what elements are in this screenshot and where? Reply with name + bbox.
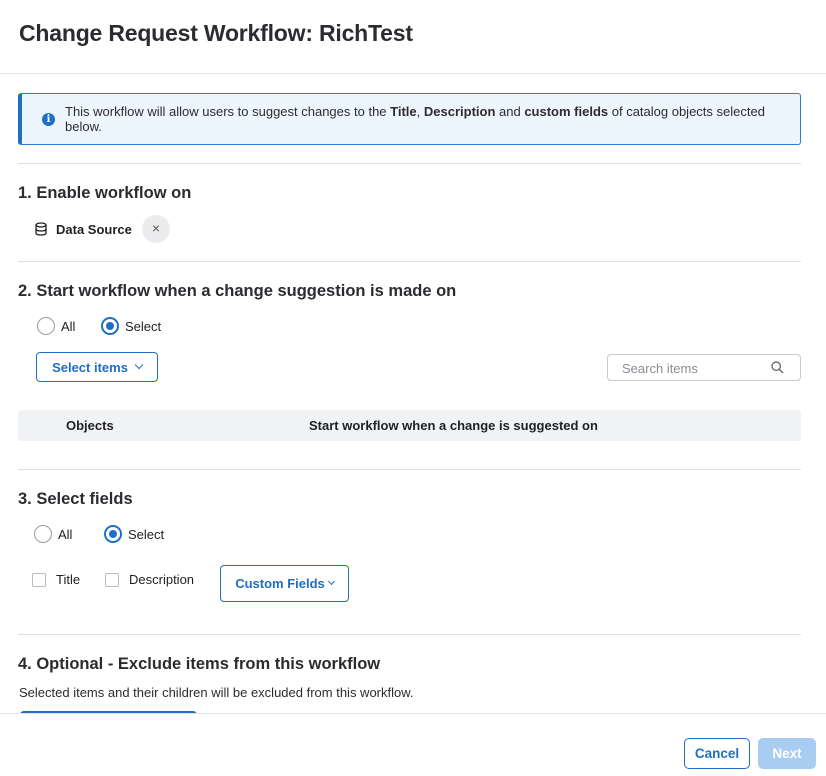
chevron-down-icon bbox=[327, 577, 335, 586]
dialog-title: Change Request Workflow: RichTest bbox=[19, 20, 413, 46]
radio-label: Select bbox=[125, 318, 162, 334]
checkbox-box bbox=[32, 572, 46, 587]
search-icon[interactable] bbox=[771, 361, 784, 374]
checkbox-label: Description bbox=[129, 572, 195, 587]
custom-fields-button[interactable]: Custom Fields bbox=[220, 565, 349, 602]
workflow-objects-table-header: Objects Start workflow when a change is … bbox=[18, 410, 801, 441]
checkbox-description[interactable]: Description bbox=[105, 572, 194, 587]
radio-select-fields[interactable]: Select bbox=[104, 525, 164, 543]
radio-select-objects[interactable]: Select bbox=[101, 317, 161, 335]
checkbox-title[interactable]: Title bbox=[32, 572, 80, 587]
section-1-title: 1. Enable workflow on bbox=[18, 184, 192, 202]
dialog-footer: Cancel Next bbox=[0, 713, 826, 776]
next-button[interactable]: Next bbox=[758, 738, 816, 769]
search-items-box[interactable] bbox=[607, 354, 801, 381]
column-objects: Objects bbox=[66, 418, 114, 433]
divider bbox=[18, 469, 801, 470]
info-icon: i bbox=[42, 113, 55, 126]
radio-label: Select bbox=[128, 526, 165, 542]
radio-all-objects[interactable]: All bbox=[37, 317, 75, 335]
section-4-description: Selected items and their children will b… bbox=[19, 685, 414, 700]
radio-circle-selected bbox=[104, 525, 122, 543]
checkbox-box bbox=[105, 572, 119, 587]
custom-fields-label: Custom Fields bbox=[235, 576, 325, 591]
radio-circle-selected bbox=[101, 317, 119, 335]
info-text: This workflow will allow users to sugges… bbox=[65, 104, 765, 134]
chevron-down-icon bbox=[134, 360, 144, 370]
database-icon bbox=[35, 222, 47, 236]
chip-label: Data Source bbox=[56, 221, 132, 237]
remove-chip-button[interactable]: × bbox=[142, 215, 170, 243]
radio-label: All bbox=[58, 526, 73, 542]
radio-all-fields[interactable]: All bbox=[34, 525, 72, 543]
radio-label: All bbox=[61, 318, 76, 334]
section-3-title: 3. Select fields bbox=[18, 490, 133, 508]
select-items-label: Select items bbox=[52, 359, 128, 375]
checkbox-label: Title bbox=[56, 572, 81, 587]
section-4-title: 4. Optional - Exclude items from this wo… bbox=[18, 655, 381, 673]
divider bbox=[18, 634, 801, 635]
divider bbox=[18, 163, 801, 164]
data-source-chip: Data Source bbox=[34, 215, 132, 243]
search-input[interactable] bbox=[622, 359, 772, 377]
divider bbox=[18, 261, 801, 262]
dialog-body[interactable]: i This workflow will allow users to sugg… bbox=[0, 75, 826, 713]
radio-circle bbox=[37, 317, 55, 335]
cancel-button[interactable]: Cancel bbox=[684, 738, 750, 769]
radio-circle bbox=[34, 525, 52, 543]
column-start-workflow: Start workflow when a change is suggeste… bbox=[309, 418, 598, 433]
dialog-header: Change Request Workflow: RichTest bbox=[0, 0, 826, 74]
select-items-button[interactable]: Select items bbox=[36, 352, 158, 382]
info-banner: i This workflow will allow users to sugg… bbox=[18, 93, 801, 145]
section-2-title: 2. Start workflow when a change suggesti… bbox=[18, 282, 457, 300]
